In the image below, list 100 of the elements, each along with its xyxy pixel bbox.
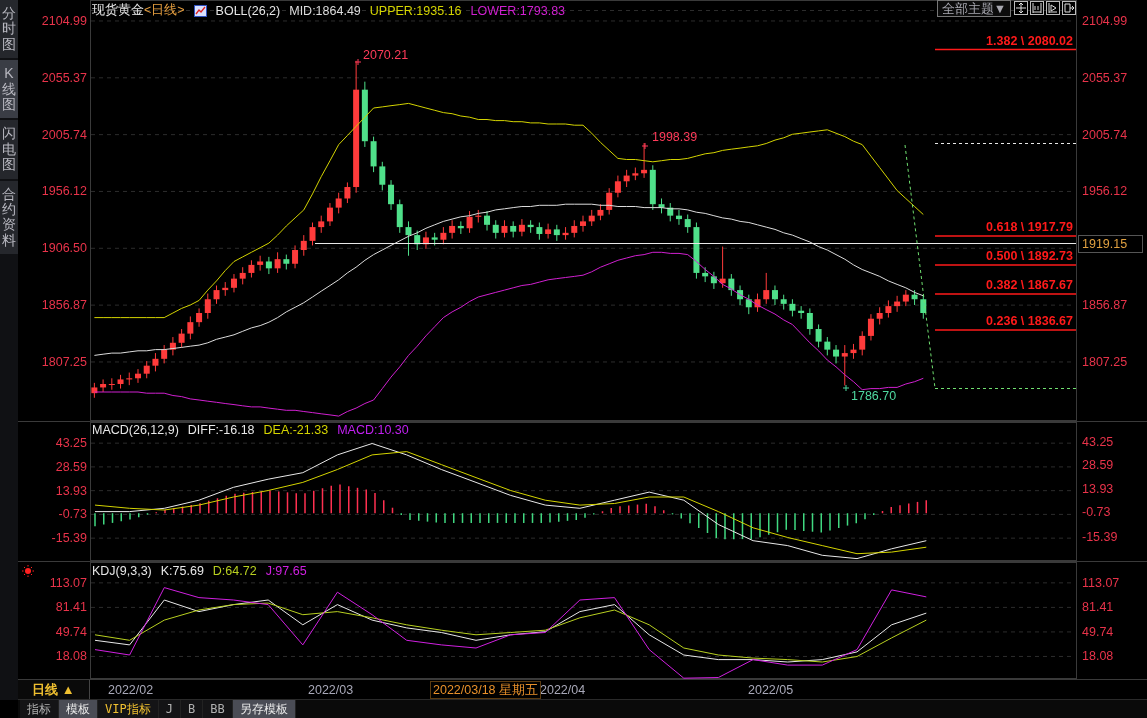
candlestick <box>492 219 499 240</box>
candlestick <box>309 222 316 246</box>
candlestick <box>815 323 822 348</box>
fibonacci-label: 0.236 \ 1836.67 <box>986 314 1073 328</box>
candlestick <box>187 315 194 340</box>
fibonacci-label: 0.618 \ 1917.79 <box>986 220 1073 234</box>
toolbar-button[interactable] <box>1062 1 1076 15</box>
indicator-value: MACD:10.30 <box>337 423 409 437</box>
theme-dropdown[interactable]: 全部主题▼ <box>937 0 1011 17</box>
chart-icon <box>193 4 207 17</box>
candlestick <box>536 222 543 241</box>
instrument-name: 现货黄金<日线> <box>92 2 185 19</box>
candlestick <box>658 197 665 214</box>
candlestick <box>143 360 150 379</box>
candlestick <box>248 259 255 278</box>
period-button[interactable]: 日线 ▲ <box>18 680 90 699</box>
indicator-value: MID:1864.49 <box>289 3 361 18</box>
fibonacci-label: 0.382 \ 1867.67 <box>986 278 1073 292</box>
fibonacci-label: 1.382 \ 2080.02 <box>986 33 1073 48</box>
toolbar-button[interactable] <box>1014 1 1028 15</box>
axis-label: 43.25 <box>55 436 87 451</box>
axis-label: 2104.99 <box>1082 13 1128 28</box>
toolbar-button[interactable] <box>1030 1 1044 15</box>
axis-label: 1906.50 <box>41 241 87 256</box>
bottom-tab[interactable]: 指标 <box>20 700 59 718</box>
candlestick <box>684 214 691 234</box>
side-tab[interactable]: 分时图 <box>0 0 18 61</box>
candlestick <box>152 352 159 372</box>
candlestick <box>344 181 351 204</box>
axis-label: 1807.25 <box>41 354 87 369</box>
axis-label: 1956.12 <box>41 184 87 199</box>
play-bar-icon <box>1048 3 1058 13</box>
bottom-tab[interactable]: 模板 <box>59 700 98 718</box>
side-tab[interactable]: 闪电图 <box>0 120 18 181</box>
candlestick <box>484 210 490 232</box>
candlestick <box>850 343 857 360</box>
candlestick <box>580 215 586 233</box>
candlestick <box>178 328 185 348</box>
axis-label: 81.41 <box>55 600 87 615</box>
price-annotation: 1998.39 <box>652 130 698 144</box>
toolbar-button[interactable] <box>1046 1 1060 15</box>
candlestick <box>239 266 246 285</box>
candlestick <box>728 273 735 297</box>
candlestick <box>789 298 796 317</box>
axis-label: 113.07 <box>1082 576 1120 590</box>
axis-label: 2005.74 <box>41 127 87 142</box>
axis-label: 13.93 <box>55 483 87 498</box>
axis-label: 81.41 <box>1082 600 1114 614</box>
indicator-name: BOLL(26,2) <box>215 3 281 18</box>
indicator-value: DEA:-21.33 <box>263 423 329 437</box>
candlestick <box>632 167 639 181</box>
axis-label: -15.39 <box>1082 530 1118 544</box>
cursor-date-label: 2022/03/18 星期五 <box>430 681 542 699</box>
bottom-tab[interactable]: J <box>158 700 181 718</box>
candlestick <box>91 382 98 399</box>
candlestick <box>719 246 726 289</box>
axis-label: 43.25 <box>1082 435 1114 449</box>
candlestick <box>475 209 482 224</box>
axis-label: -0.73 <box>58 507 87 522</box>
bottom-tab[interactable]: B <box>180 700 204 718</box>
axis-label: 13.93 <box>1082 482 1114 496</box>
marker-icon <box>354 58 362 66</box>
marker-icon <box>641 142 649 150</box>
sun-icon[interactable] <box>21 564 35 578</box>
indicator-value: LOWER:1793.83 <box>470 3 566 18</box>
candlestick <box>588 209 595 227</box>
bottom-tab[interactable]: 另存模板 <box>232 700 296 718</box>
axis-label: 1956.12 <box>1082 184 1128 199</box>
axis-label: 1807.25 <box>1082 354 1128 369</box>
bottom-tab[interactable]: BB <box>203 700 233 718</box>
fibonacci-label: 0.500 \ 1892.73 <box>986 249 1073 263</box>
candlestick <box>440 226 447 245</box>
candlestick <box>876 306 883 325</box>
axis-label: 28.59 <box>55 459 87 474</box>
candlestick <box>527 219 534 234</box>
axis-label: -0.73 <box>1082 505 1111 519</box>
axis-label: 2055.37 <box>41 70 87 85</box>
candlestick <box>667 202 674 222</box>
candlestick <box>676 209 682 226</box>
axis-label: 1856.87 <box>1082 298 1128 313</box>
candlestick <box>693 222 700 280</box>
side-tab[interactable]: 合约资料 <box>0 180 18 257</box>
candlestick <box>885 299 892 319</box>
candlestick <box>466 210 473 234</box>
axis-label: 2104.99 <box>41 13 87 28</box>
indicator-value: D:64.72 <box>212 564 257 578</box>
side-tab[interactable]: K线图 <box>0 60 18 121</box>
candlestick <box>431 232 438 246</box>
bottom-tab[interactable]: VIP指标 <box>98 700 159 718</box>
axis-label: 49.74 <box>1082 625 1114 639</box>
cursor-price-label: 1919.15 <box>1078 235 1143 253</box>
axis-label: 49.74 <box>55 624 87 639</box>
candlestick <box>824 336 831 356</box>
candlestick <box>754 293 761 313</box>
candlestick <box>213 285 220 305</box>
price-annotation: 1786.70 <box>851 389 897 403</box>
indicator-name: KDJ(9,3,3) <box>92 564 152 578</box>
date-label: 2022/05 <box>748 683 794 697</box>
marker-icon <box>842 384 850 392</box>
indicator-value: UPPER:1935.16 <box>369 3 462 18</box>
